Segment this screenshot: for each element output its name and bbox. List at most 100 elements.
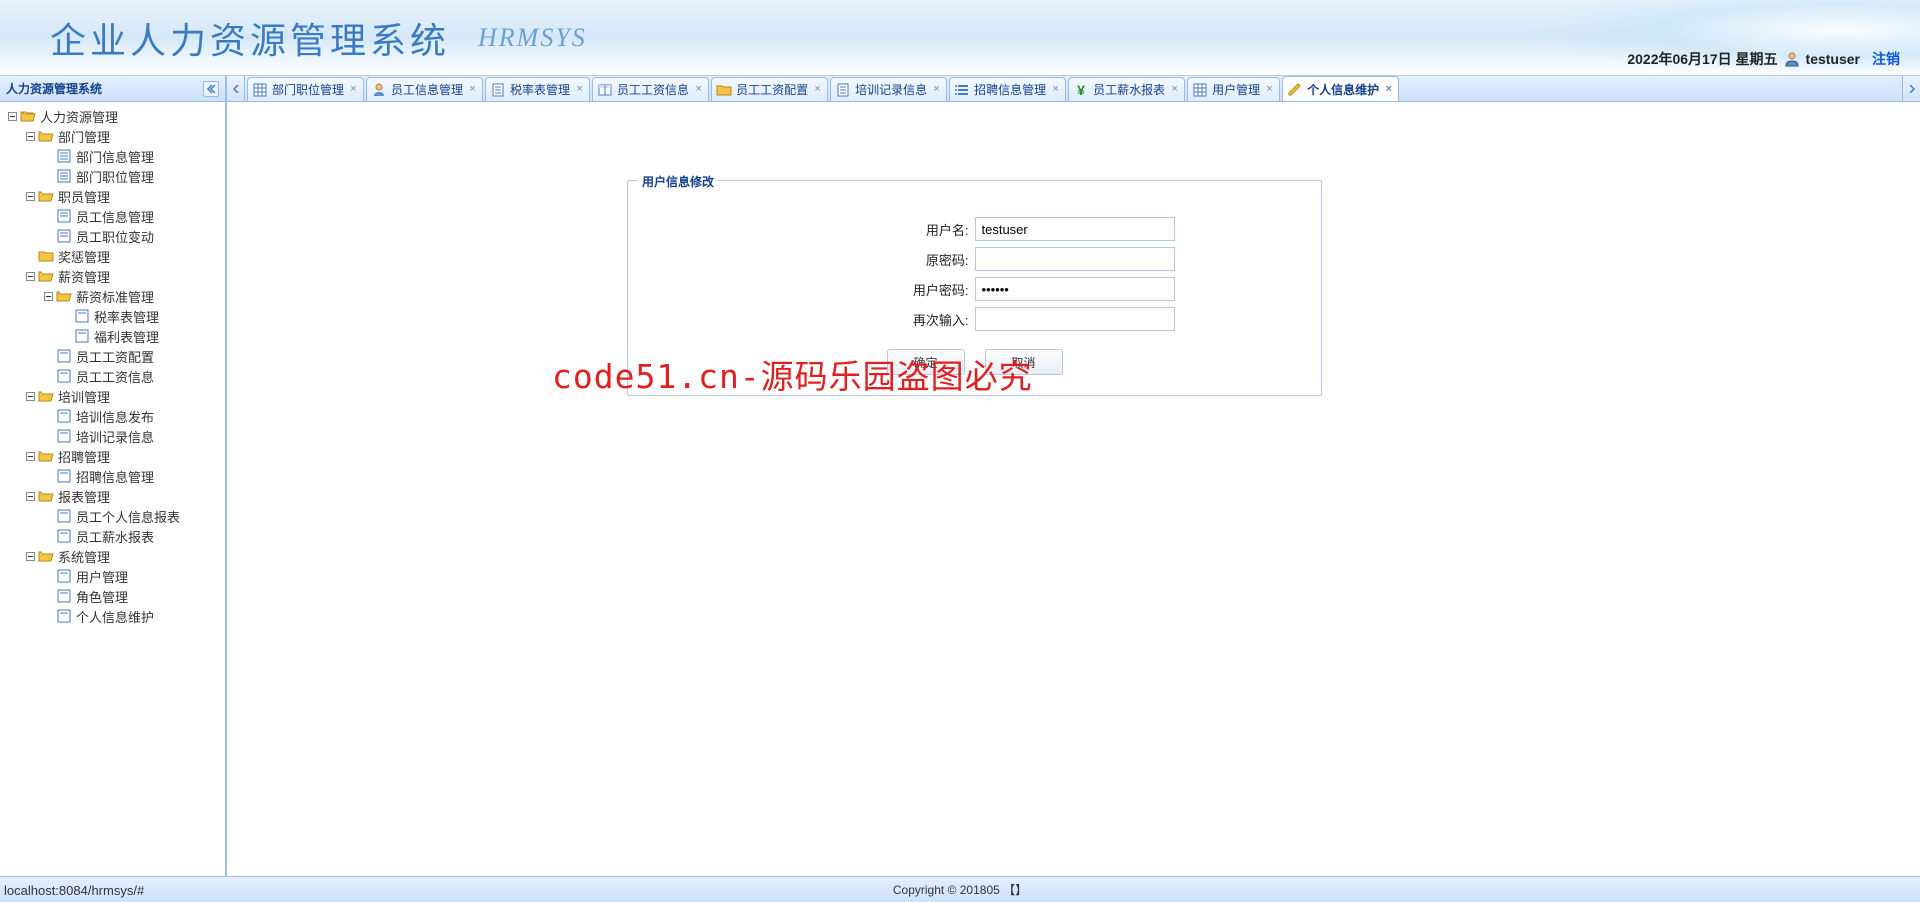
tab-2[interactable]: 税率表管理× <box>485 77 590 101</box>
tree-leaf-salary-info[interactable]: 员工工资信息 <box>2 366 223 386</box>
tree-node-dept-mgmt[interactable]: 部门管理 <box>2 126 223 146</box>
folder-open-icon <box>38 548 54 564</box>
tree-leaf-role-mgmt[interactable]: 角色管理 <box>2 586 223 606</box>
grid-icon <box>1192 82 1208 98</box>
tab-5[interactable]: 培训记录信息 × <box>830 77 947 101</box>
minus-icon[interactable] <box>24 390 36 402</box>
app-header: 企业人力资源管理系统 HRMSYS 2022年06月17日 星期五 testus… <box>0 0 1920 76</box>
tree-label: 员工职位变动 <box>76 227 154 246</box>
svg-text:¥: ¥ <box>1077 82 1085 98</box>
confirm-password-input[interactable] <box>975 307 1175 331</box>
folder-open-icon <box>38 448 54 464</box>
grid-icon <box>252 82 268 98</box>
tab-close-icon[interactable]: × <box>1050 84 1061 95</box>
user-icon <box>371 82 387 98</box>
tree-label: 福利表管理 <box>94 327 159 346</box>
folder-open-icon <box>38 388 54 404</box>
tab-1[interactable]: 员工信息管理× <box>366 77 483 101</box>
tab-close-icon[interactable]: × <box>931 84 942 95</box>
tree-node-recruit-mgmt[interactable]: 招聘管理 <box>2 446 223 466</box>
minus-icon[interactable] <box>24 190 36 202</box>
sidebar-collapse-button[interactable] <box>203 81 219 97</box>
tab-close-icon[interactable]: × <box>812 84 823 95</box>
username-input[interactable] <box>975 217 1175 241</box>
tree-leaf-emp-salary-report[interactable]: 员工薪水报表 <box>2 526 223 546</box>
tab-close-icon[interactable]: × <box>467 84 478 95</box>
tree-leaf-training-publish[interactable]: 培训信息发布 <box>2 406 223 426</box>
copyright-text: Copyright © 201805 【】 <box>893 881 1027 898</box>
tree-node-training-mgmt[interactable]: 培训管理 <box>2 386 223 406</box>
old-password-input[interactable] <box>975 247 1175 271</box>
ok-button[interactable]: 确定 <box>887 349 965 375</box>
tab-8[interactable]: 用户管理× <box>1187 77 1280 101</box>
tab-scroll-right[interactable] <box>1902 76 1920 101</box>
tab-scroll-left[interactable] <box>227 76 245 101</box>
minus-icon[interactable] <box>6 110 18 122</box>
folder-open-icon <box>38 188 54 204</box>
minus-icon[interactable] <box>24 450 36 462</box>
sidebar-title: 人力资源管理系统 <box>6 80 102 97</box>
cancel-button[interactable]: 取消 <box>985 349 1063 375</box>
tree-node-salary-std[interactable]: 薪资标准管理 <box>2 286 223 306</box>
tree-leaf-dept-position[interactable]: 部门职位管理 <box>2 166 223 186</box>
tree-leaf-salary-config[interactable]: 员工工资配置 <box>2 346 223 366</box>
header-info-bar: 2022年06月17日 星期五 testuser 注销 <box>1627 49 1900 69</box>
minus-icon[interactable] <box>24 270 36 282</box>
new-password-input[interactable] <box>975 277 1175 301</box>
tab-4[interactable]: 员工工资配置× <box>711 77 828 101</box>
tree-leaf-emp-info[interactable]: 员工信息管理 <box>2 206 223 226</box>
current-date: 2022年06月17日 星期五 <box>1627 49 1777 69</box>
minus-icon[interactable] <box>24 490 36 502</box>
tab-3[interactable]: 员工工资信息× <box>592 77 709 101</box>
tree-label: 培训记录信息 <box>76 427 154 446</box>
tab-close-icon[interactable]: × <box>574 84 585 95</box>
tab-close-icon[interactable]: × <box>693 84 704 95</box>
tree-leaf-personal-info[interactable]: 个人信息维护 <box>2 606 223 626</box>
sidebar: 人力资源管理系统 人力资源管理 部门管理 部门信息管理 部门职位管理 职员管理 … <box>0 76 226 876</box>
folder-open-icon <box>38 268 54 284</box>
tab-close-icon[interactable]: × <box>1169 84 1180 95</box>
tab-close-icon[interactable]: × <box>348 84 359 95</box>
minus-icon[interactable] <box>42 290 54 302</box>
tab-6[interactable]: 招聘信息管理 × <box>949 77 1066 101</box>
tree-label: 招聘信息管理 <box>76 467 154 486</box>
pencil-icon <box>1287 81 1303 97</box>
tree-leaf-emp-pos-change[interactable]: 员工职位变动 <box>2 226 223 246</box>
tree-leaf-welfare[interactable]: 福利表管理 <box>2 326 223 346</box>
yen-icon: ¥ <box>1073 82 1089 98</box>
tab-close-icon[interactable]: × <box>1383 84 1394 95</box>
folder-icon <box>716 82 732 98</box>
app-subtitle: HRMSYS <box>478 23 587 53</box>
tree-node-staff-mgmt[interactable]: 职员管理 <box>2 186 223 206</box>
leaf-icon <box>56 148 72 164</box>
tree-label: 薪资标准管理 <box>76 287 154 306</box>
tab-0[interactable]: 部门职位管理× <box>247 77 364 101</box>
leaf-icon <box>74 328 90 344</box>
tree-label: 薪资管理 <box>58 267 110 286</box>
app-title: 企业人力资源管理系统 <box>50 12 450 64</box>
tree-node-sys-mgmt[interactable]: 系统管理 <box>2 546 223 566</box>
tree-label: 员工信息管理 <box>76 207 154 226</box>
tree-leaf-dept-info[interactable]: 部门信息管理 <box>2 146 223 166</box>
tree-leaf-recruit-info[interactable]: 招聘信息管理 <box>2 466 223 486</box>
tree-node-report-mgmt[interactable]: 报表管理 <box>2 486 223 506</box>
minus-icon[interactable] <box>24 550 36 562</box>
tab-close-icon[interactable]: × <box>1264 84 1275 95</box>
tree-node-root[interactable]: 人力资源管理 <box>2 106 223 126</box>
tab-9[interactable]: 个人信息维护× <box>1282 76 1399 101</box>
doc-icon <box>490 82 506 98</box>
tree-leaf-user-mgmt[interactable]: 用户管理 <box>2 566 223 586</box>
folder-open-icon <box>38 128 54 144</box>
leaf-icon <box>74 308 90 324</box>
tree-leaf-tax-rate[interactable]: 税率表管理 <box>2 306 223 326</box>
tab-7[interactable]: ¥员工薪水报表× <box>1068 77 1185 101</box>
leaf-icon <box>56 408 72 424</box>
tab-label: 培训记录信息 <box>855 81 927 98</box>
minus-icon[interactable] <box>24 130 36 142</box>
tab-label: 招聘信息管理 <box>974 81 1046 98</box>
tree-node-salary-mgmt[interactable]: 薪资管理 <box>2 266 223 286</box>
tree-leaf-emp-personal-report[interactable]: 员工个人信息报表 <box>2 506 223 526</box>
tree-leaf-training-record[interactable]: 培训记录信息 <box>2 426 223 446</box>
logout-link[interactable]: 注销 <box>1872 49 1900 69</box>
tree-node-reward-punish[interactable]: 奖惩管理 <box>2 246 223 266</box>
